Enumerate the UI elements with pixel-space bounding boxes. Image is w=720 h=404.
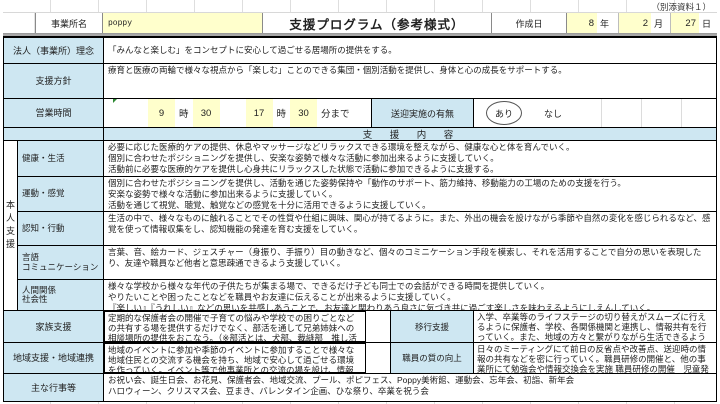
hours-row: 営業時間 9 時 30 17 時 30 分まで 送迎実施の有無 あり なし xyxy=(4,99,716,128)
office-name-label: 事業所名 xyxy=(35,13,103,33)
motor-sense-row: 運動・感覚 個別に合わせたポジショニングを提供し、活動を通じた姿勢保持や「動作の… xyxy=(18,177,716,212)
close-hour-field[interactable]: 17 xyxy=(246,99,273,127)
language-communication-row: 言語 コミュニケーション 言葉、音、絵カード、ジェスチャー（身振り、手振り）目の… xyxy=(18,246,716,280)
family-support-row: 家族支援 定期的な保護者会の開催で子育ての悩みや学校での困りごとなどの共有する場… xyxy=(4,311,716,343)
personal-support-rows: 健康・生活 必要に応じた医療的ケアの提供、休息やマッサージなどリラックスできる環… xyxy=(18,141,716,310)
pickup-options: あり なし xyxy=(474,99,716,127)
open-minute-field[interactable]: 30 xyxy=(193,99,220,127)
form-header: 事業所名 poppy 支援プログラム（参考様式） 作成日 8 年 2 月 27 … xyxy=(3,13,717,34)
month-field[interactable]: 2 xyxy=(619,13,651,33)
health-life-label: 健康・生活 xyxy=(18,141,104,176)
community-support-row: 地域支援・地域連携 地域のイベントに参加や季節のイベントに参加することで様々な地… xyxy=(4,343,716,374)
sheet-grid-top: （別添資料１） xyxy=(3,0,717,13)
relationships-social-text: 様々な学校から様々な年代の子供たちが集まる場で、できるだけ子ども同士での会話がで… xyxy=(104,280,716,310)
community-support-label: 地域支援・地域連携 xyxy=(4,343,104,373)
close-hour-unit: 時 xyxy=(273,106,291,120)
support-program-sheet: （別添資料１） 事業所名 poppy 支援プログラム（参考様式） 作成日 8 年… xyxy=(0,0,720,404)
language-communication-text: 言葉、音、絵カード、ジェスチャー（身振り、手振り）目の動きなど、個々のコミニケー… xyxy=(104,246,716,279)
program-table: 法人（事業所）理念 「みんなと楽しむ」をコンセプトに安心して過ごせる居場所の提供… xyxy=(3,36,717,402)
day-field[interactable]: 27 xyxy=(671,13,699,33)
close-minute-field[interactable]: 30 xyxy=(290,99,317,127)
motor-sense-label: 運動・感覚 xyxy=(18,177,104,211)
transition-support-label: 移行支援 xyxy=(391,311,474,342)
transition-support-text: 入学、卒業等のライフステージの切り替えがスムーズに行えるように保護者、学校、各関… xyxy=(474,311,716,342)
cell-marker-icon xyxy=(113,99,117,103)
section-header-pad xyxy=(4,128,104,140)
personal-support-group-label: 本人支援 xyxy=(4,141,18,310)
month-unit: 月 xyxy=(651,13,671,33)
health-life-row: 健康・生活 必要に応じた医療的ケアの提供、休息やマッサージなどリラックスできる環… xyxy=(18,141,716,177)
section-title: 支 援 内 容 xyxy=(104,128,716,140)
family-support-cell: 定期的な保護者会の開催で子育ての悩みや学校での困りごとなどの共有する場を提供する… xyxy=(104,311,391,342)
policy-row: 支援方針 療育と医療の両輪で様々な視点から「楽しむ」ことのできる集団・個別活動を… xyxy=(4,64,716,99)
open-hour-unit: 時 xyxy=(175,106,193,120)
hours-times: 9 時 30 17 時 30 分まで xyxy=(104,99,372,127)
office-name-field[interactable]: poppy xyxy=(103,13,263,33)
year-unit: 年 xyxy=(597,13,619,33)
year-field[interactable]: 8 xyxy=(567,13,597,33)
philosophy-label: 法人（事業所）理念 xyxy=(4,38,104,63)
philosophy-text: 「みんなと楽しむ」をコンセプトに安心して過ごせる居場所の提供をする。 xyxy=(104,38,716,63)
created-date-label: 作成日 xyxy=(491,13,567,33)
policy-text: 療育と医療の両輪で様々な視点から「楽しむ」ことのできる集団・個別活動を提供し、身… xyxy=(104,64,716,98)
section-header-row: 支 援 内 容 xyxy=(4,128,716,141)
grid-filler xyxy=(562,99,716,127)
motor-sense-text: 個別に合わせたポジショニングを提供し、活動を通じた姿勢保持や「動作のサポート、筋… xyxy=(104,177,716,211)
staff-quality-text: 日々のミーティングにて前日の反省点や改善点、送迎時の情報の共有などを密に行ってい… xyxy=(474,343,716,373)
hours-label: 営業時間 xyxy=(4,99,104,127)
staff-quality-label: 職員の質の向上 xyxy=(391,343,474,373)
cognition-behavior-row: 認知・行動 生活の中で、様々なものに触れることでその性質や仕組に興味、関心が持て… xyxy=(18,212,716,246)
page-title: 支援プログラム（参考様式） xyxy=(263,13,491,33)
header-spacer xyxy=(3,13,35,33)
open-hour-field[interactable]: 9 xyxy=(148,99,175,127)
relationships-social-label: 人間関係 社会性 xyxy=(18,280,104,310)
pickup-label: 送迎実施の有無 xyxy=(372,99,474,127)
close-suffix: 分まで xyxy=(317,106,354,120)
attachment-note: （別添資料１） xyxy=(651,1,711,13)
policy-label: 支援方針 xyxy=(4,64,104,98)
family-support-label: 家族支援 xyxy=(4,311,104,342)
pickup-option-yes[interactable]: あり xyxy=(486,101,522,125)
personal-support-block: 本人支援 健康・生活 必要に応じた医療的ケアの提供、休息やマッサージなどリラック… xyxy=(4,141,716,311)
pickup-option-no[interactable]: なし xyxy=(544,107,562,120)
relationships-social-row: 人間関係 社会性 様々な学校から様々な年代の子供たちが集まる場で、できるだけ子ど… xyxy=(18,280,716,310)
community-support-text: 地域のイベントに参加や季節のイベントに参加することで様々な地域住民との交流する機… xyxy=(104,343,366,373)
events-label: 主な行事等 xyxy=(4,374,104,401)
events-row: 主な行事等 お祝い会、誕生日会、お花見、保護者会、地域交流、プール、ポピフェス、… xyxy=(4,374,716,401)
philosophy-row: 法人（事業所）理念 「みんなと楽しむ」をコンセプトに安心して過ごせる居場所の提供… xyxy=(4,38,716,64)
cognition-behavior-text: 生活の中で、様々なものに触れることでその性質や仕組に興味、関心が持てるように。ま… xyxy=(104,212,716,245)
events-text: お祝い会、誕生日会、お花見、保護者会、地域交流、プール、ポピフェス、Poppy美… xyxy=(104,374,716,401)
language-communication-label: 言語 コミュニケーション xyxy=(18,246,104,279)
health-life-text: 必要に応じた医療的ケアの提供、休息やマッサージなどリラックスできる環境を整えなが… xyxy=(104,141,716,176)
cognition-behavior-label: 認知・行動 xyxy=(18,212,104,245)
community-support-cell: 地域のイベントに参加や季節のイベントに参加することで様々な地域住民との交流する機… xyxy=(104,343,391,373)
family-support-text: 定期的な保護者会の開催で子育ての悩みや学校での困りごとなどの共有する場を提供する… xyxy=(104,311,366,342)
day-unit: 日 xyxy=(699,13,717,33)
